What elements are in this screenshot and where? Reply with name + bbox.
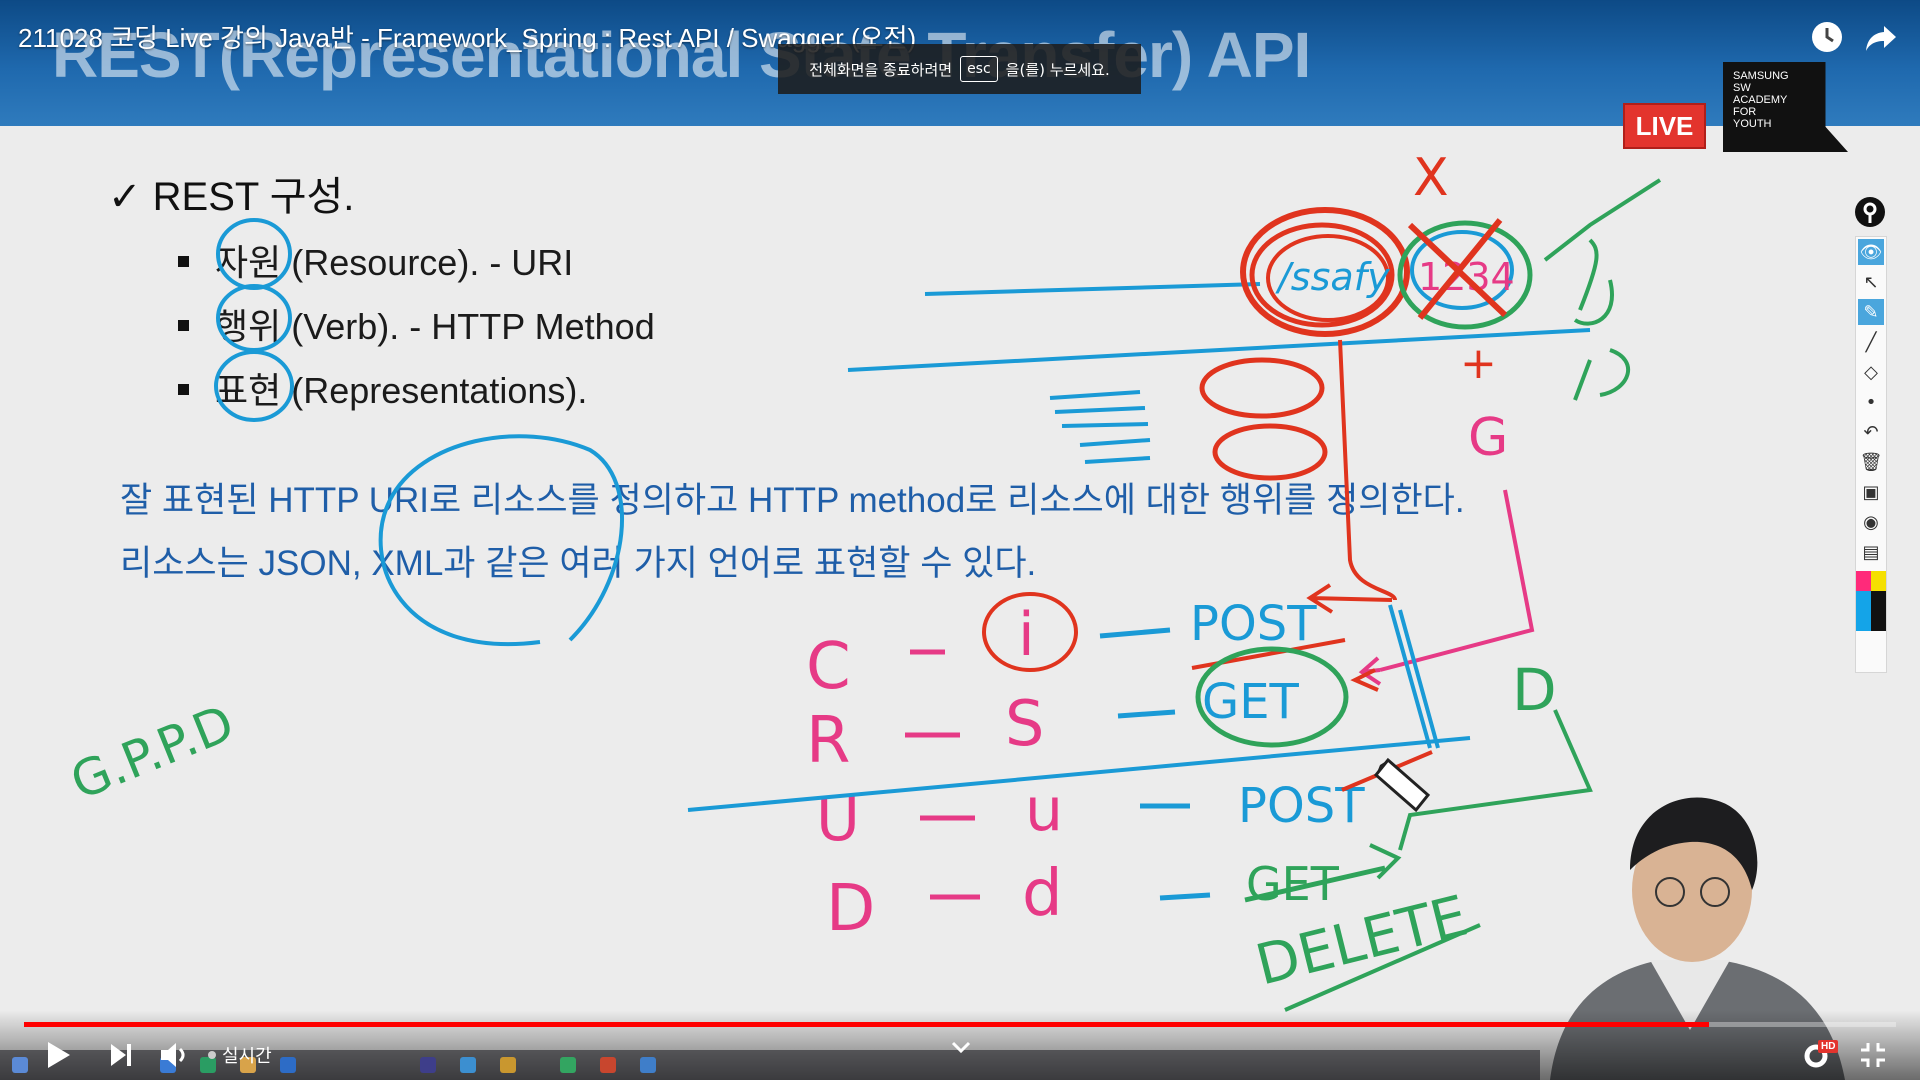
ink-circle: [214, 350, 294, 422]
camera-icon[interactable]: ◉: [1858, 509, 1884, 535]
taskbar-app-icon[interactable]: [560, 1057, 576, 1073]
ink-crud-letter: R: [806, 704, 850, 778]
ink-crud-lower: u: [1025, 775, 1063, 845]
taskbar-app-icon[interactable]: [420, 1057, 436, 1073]
ink-url-path: /ssafy: [1275, 255, 1390, 299]
ink-g-marker: G: [1468, 408, 1508, 468]
taskbar-app-icon[interactable]: [460, 1057, 476, 1073]
ink-circle: [216, 284, 292, 352]
ink-crud-lower: S: [1005, 687, 1044, 760]
dot-icon[interactable]: •: [1858, 389, 1884, 415]
ink-x-marker: X: [1413, 148, 1449, 208]
line-icon[interactable]: ╱: [1858, 329, 1884, 355]
pen-cursor-icon: [1373, 757, 1431, 813]
drawing-toolbar: 👁 ↖ ✎ ╱ ◇ • ↶ 🗑 ▣ ◉ ▤: [1855, 236, 1887, 673]
next-icon[interactable]: [108, 1042, 134, 1068]
windows-start-icon[interactable]: [12, 1057, 28, 1073]
ink-crud-lower: i: [1018, 600, 1035, 670]
ink-lines: [1049, 390, 1151, 464]
volume-icon[interactable]: [158, 1040, 190, 1070]
live-dot-icon: [208, 1051, 216, 1059]
ink-plus-marker: +: [1460, 338, 1497, 389]
taskbar-app-icon[interactable]: [280, 1057, 296, 1073]
clipboard-icon[interactable]: ▤: [1858, 539, 1884, 565]
board-icon[interactable]: ▣: [1858, 479, 1884, 505]
trash-icon[interactable]: 🗑: [1858, 449, 1884, 475]
ink-gppd-note: G.P.P.D: [63, 694, 242, 811]
ink-crud-letter: C: [806, 630, 851, 704]
pointer-icon[interactable]: ↖: [1858, 269, 1884, 295]
pen-icon[interactable]: ✎: [1858, 299, 1884, 325]
eye-icon[interactable]: 👁: [1858, 239, 1884, 265]
ink-method: GET: [1202, 674, 1300, 730]
hd-badge: HD: [1818, 1040, 1839, 1053]
taskbar-app-icon[interactable]: [500, 1057, 516, 1073]
taskbar-app-icon[interactable]: [600, 1057, 616, 1073]
undo-icon[interactable]: ↶: [1858, 419, 1884, 445]
live-label-text: 실시간: [222, 1046, 272, 1067]
play-icon[interactable]: [44, 1040, 72, 1070]
ink-dashes: [905, 649, 980, 900]
ink-circle: [378, 434, 625, 646]
ink-line: [924, 282, 1261, 296]
progress-fill[interactable]: [24, 1022, 1709, 1027]
ink-d-marker: D: [1512, 656, 1557, 724]
color-swatch[interactable]: [1856, 571, 1886, 631]
exit-fullscreen-icon[interactable]: [1858, 1040, 1888, 1070]
ink-crud-lower: d: [1022, 857, 1063, 931]
eraser-icon[interactable]: ◇: [1858, 359, 1884, 385]
ink-circle: [216, 218, 292, 290]
live-indicator[interactable]: 실시간: [208, 1042, 272, 1068]
pin-icon[interactable]: [1853, 195, 1887, 229]
taskbar-app-icon[interactable]: [640, 1057, 656, 1073]
chevron-down-icon[interactable]: [950, 1040, 972, 1054]
ink-method: POST: [1190, 596, 1317, 652]
ink-crud-letter: D: [826, 872, 875, 946]
